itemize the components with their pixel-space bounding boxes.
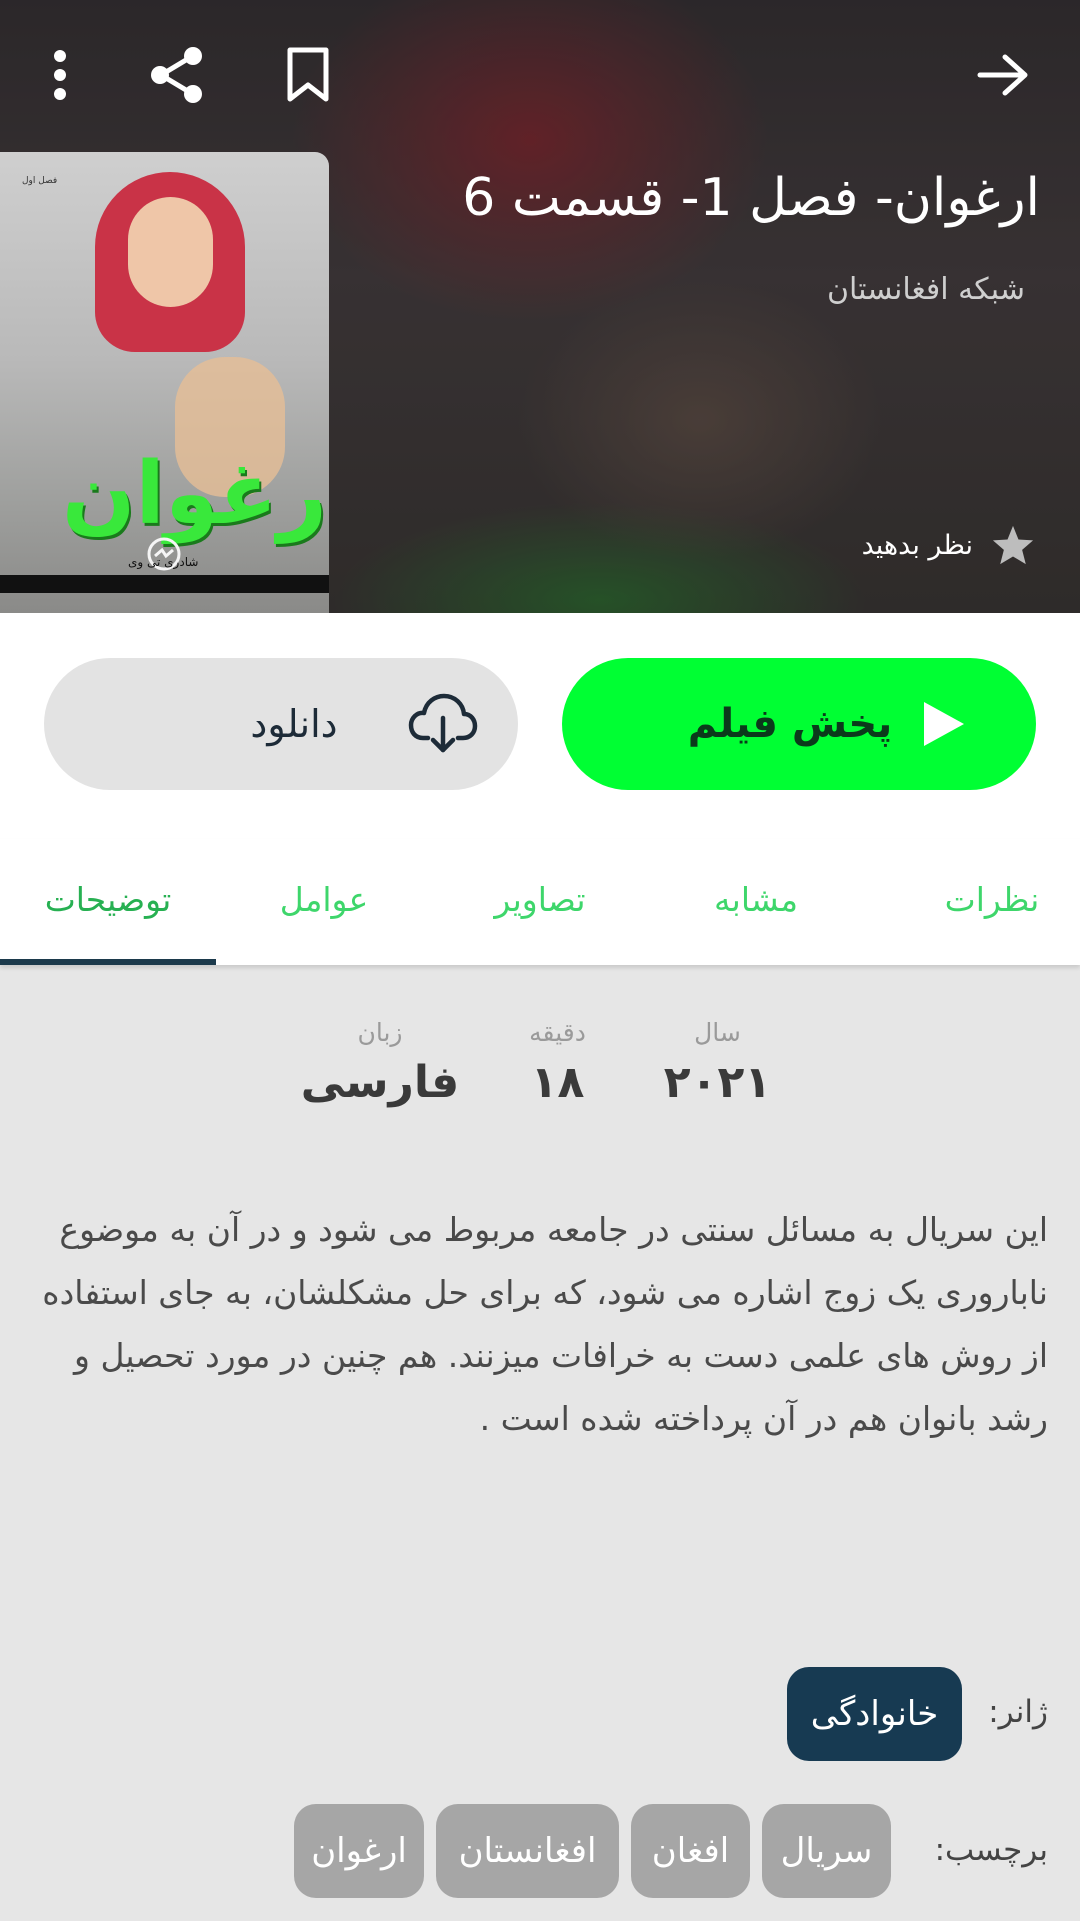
stat-year-value: ۲۰۲۱: [663, 1057, 772, 1108]
stat-duration-value: ۱۸: [530, 1057, 585, 1108]
tab-crew[interactable]: عوامل: [236, 839, 412, 959]
action-bar: پخش فیلم دانلود: [0, 613, 1080, 839]
play-button[interactable]: پخش فیلم: [562, 658, 1036, 790]
page-title: ارغوان- فصل 1- قسمت 6: [462, 168, 1040, 228]
bookmark-button[interactable]: [268, 35, 348, 115]
tags-label: برچسب:: [934, 1832, 1048, 1868]
star-icon: [992, 525, 1034, 565]
share-icon: [151, 47, 202, 103]
poster-title: ارغوان: [62, 444, 329, 544]
genre-chip[interactable]: خانوادگی: [787, 1667, 962, 1761]
back-button[interactable]: [963, 35, 1043, 115]
poster-image[interactable]: فصل اول ارغوان شادری تی وی: [0, 152, 329, 613]
rate-button[interactable]: نظر بدهید: [862, 520, 1035, 570]
hero-banner: فصل اول ارغوان شادری تی وی ارغوان- فصل 1…: [0, 0, 1080, 613]
play-icon: [924, 702, 964, 746]
tab-description[interactable]: توضیحات: [0, 839, 216, 959]
stat-language: زبان فارسی: [300, 1018, 460, 1108]
rate-label: نظر بدهید: [861, 529, 973, 561]
tag-chip[interactable]: افغانستان: [436, 1804, 619, 1898]
tag-chip[interactable]: ارغوان: [294, 1804, 424, 1898]
download-label: دانلود: [250, 702, 338, 746]
tab-images[interactable]: تصاویر: [452, 839, 628, 959]
share-button[interactable]: [137, 35, 217, 115]
stat-year-label: سال: [694, 1018, 741, 1047]
stat-duration-label: دقیقه: [529, 1018, 586, 1047]
tab-similar[interactable]: مشابه: [668, 839, 844, 959]
stat-language-value: فارسی: [300, 1057, 460, 1108]
stat-year: سال ۲۰۲۱: [640, 1018, 795, 1108]
genre-label: ژانر:: [988, 1694, 1048, 1730]
tab-comments[interactable]: نظرات: [904, 839, 1080, 959]
stat-language-label: زبان: [357, 1018, 403, 1047]
top-app-bar: [0, 0, 1080, 150]
tag-chip[interactable]: سریال: [762, 1804, 891, 1898]
bookmark-icon: [287, 47, 329, 102]
description-text: این سریال به مسائل سنتی در جامعه مربوط م…: [42, 1210, 1048, 1438]
arrow-forward-icon: [977, 54, 1028, 96]
download-button[interactable]: دانلود: [44, 658, 518, 790]
tab-bar: نظرات مشابه تصاویر عوامل توضیحات: [0, 839, 1080, 965]
more-vert-icon: [54, 50, 66, 100]
stat-duration: دقیقه ۱۸: [480, 1018, 635, 1108]
active-tab-indicator: [0, 959, 216, 965]
channel-name: شبکه افغانستان: [826, 272, 1025, 307]
tag-chip[interactable]: افغان: [631, 1804, 750, 1898]
cloud-download-icon: [408, 693, 478, 753]
play-label: پخش فیلم: [687, 701, 893, 747]
poster-channel-mark: شادری تی وی: [128, 555, 199, 569]
more-options-button[interactable]: [20, 35, 100, 115]
